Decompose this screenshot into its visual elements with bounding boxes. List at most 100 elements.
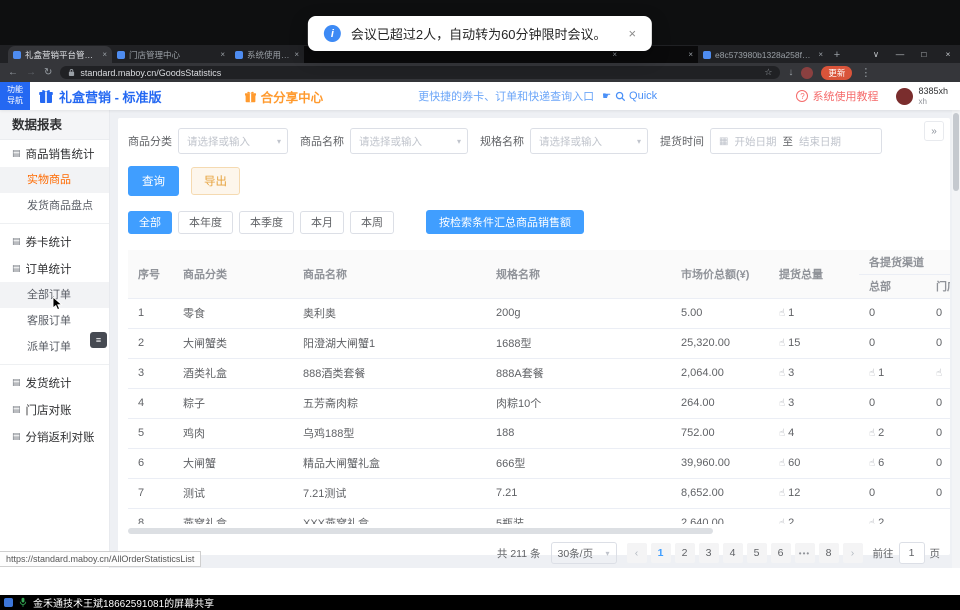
pickup-count-link[interactable]: ☝2 <box>869 517 884 524</box>
pointer-icon: ☛ <box>602 91 611 102</box>
bookmark-star-icon[interactable]: ☆ <box>764 67 772 78</box>
pickup-count-link[interactable]: ☝6 <box>869 457 884 469</box>
pickup-count-link[interactable]: ☝2 <box>869 427 884 439</box>
tab-close-icon[interactable]: × <box>688 50 693 59</box>
table-cell: 2 <box>128 328 173 358</box>
page-scrollbar-thumb[interactable] <box>953 113 959 191</box>
url-bar[interactable]: standard.maboy.cn/GoodsStatistics ☆ <box>60 66 780 79</box>
page-number-button[interactable]: 8 <box>819 543 839 563</box>
share-center-link[interactable]: 合分享中心 <box>244 87 324 106</box>
sidebar-sub-item[interactable]: 客服订单 <box>0 308 109 334</box>
time-filter-tab[interactable]: 本周 <box>350 211 394 234</box>
summary-button[interactable]: 按检索条件汇总商品销售额 <box>426 210 584 234</box>
time-filter-tab[interactable]: 本年度 <box>178 211 233 234</box>
spec-name-select[interactable]: 请选择或输入 ▾ <box>530 128 648 154</box>
reload-icon[interactable]: ↻ <box>44 67 52 78</box>
sidebar-sub-item[interactable]: 实物商品 <box>0 167 109 193</box>
count-value: 2 <box>788 517 794 524</box>
back-icon[interactable]: ← <box>8 67 18 78</box>
page-number-button[interactable]: 4 <box>723 543 743 563</box>
table-cell: ☝60 <box>769 448 859 478</box>
sidebar-group-item[interactable]: ▤订单统计 <box>0 255 109 282</box>
new-tab-button[interactable]: + <box>828 46 846 63</box>
export-button[interactable]: 导出 <box>191 167 240 195</box>
tab-close-icon[interactable]: × <box>102 50 107 59</box>
sidebar-group-item[interactable]: ▤门店对账 <box>0 396 109 423</box>
scrollbar-thumb[interactable] <box>128 528 713 534</box>
pickup-count-link[interactable]: ☝ <box>936 367 945 379</box>
pickup-count-link[interactable]: ☝3 <box>779 397 794 409</box>
table-row: 4粽子五芳斋肉粽肉粽10个264.00☝300 <box>128 388 950 418</box>
tab-close-icon[interactable]: × <box>612 50 617 59</box>
sidebar-group-item[interactable]: ▤商品销售统计 <box>0 140 109 167</box>
tab-close-icon[interactable]: × <box>294 50 299 59</box>
tab-close-icon[interactable]: × <box>818 50 823 59</box>
browser-tab[interactable]: 礼盒营销平台管理中心× <box>8 46 112 63</box>
page-number-button[interactable]: 6 <box>771 543 791 563</box>
count-value: 4 <box>788 427 794 439</box>
page-scrollbar[interactable] <box>952 110 960 568</box>
quick-search-link[interactable]: Quick <box>615 90 657 102</box>
pickup-count-link[interactable]: ☝2 <box>779 517 794 524</box>
browser-menu-icon[interactable]: ⋮ <box>860 66 871 79</box>
page-number-button[interactable]: 5 <box>747 543 767 563</box>
toast-close-icon[interactable]: × <box>629 26 637 41</box>
product-name-select[interactable]: 请选择或输入 ▾ <box>350 128 468 154</box>
search-icon <box>615 91 626 102</box>
horizontal-scrollbar[interactable] <box>128 528 940 534</box>
pickup-count-link[interactable]: ☝1 <box>869 367 884 379</box>
pickup-count-link[interactable]: ☝15 <box>779 337 800 349</box>
browser-profile-avatar[interactable] <box>801 67 813 79</box>
next-page-button[interactable]: › <box>843 543 863 563</box>
table-cell: 888酒类套餐 <box>293 358 486 388</box>
sidebar-sub-item[interactable]: 发货商品盘点 <box>0 193 109 219</box>
sidebar-group-item[interactable]: ▤分销返利对账 <box>0 423 109 450</box>
browser-tab[interactable]: 系统使用|学习× <box>230 46 304 63</box>
page-number-button[interactable]: 2 <box>675 543 695 563</box>
pickup-count-link[interactable]: ☝60 <box>779 457 800 469</box>
maximize-button[interactable]: □ <box>912 49 936 59</box>
sidebar-group-item[interactable]: ▤券卡统计 <box>0 228 109 255</box>
system-tutorial-link[interactable]: ? 系统使用教程 <box>796 88 878 104</box>
table-cell: 3 <box>128 358 173 388</box>
chrome-update-button[interactable]: 更新 <box>821 66 852 80</box>
sidebar-group-item[interactable]: ▤发货统计 <box>0 369 109 396</box>
pickup-count-link[interactable]: ☝1 <box>779 307 794 319</box>
pointer-hand-icon: ☝ <box>869 428 875 439</box>
time-filter-tab[interactable]: 全部 <box>128 211 172 234</box>
tab-title: e8c573980b1328a258fd2e6f... <box>715 50 814 60</box>
page-number-button[interactable]: 3 <box>699 543 719 563</box>
date-range-picker[interactable]: ▦ 开始日期 至 结束日期 <box>710 128 882 154</box>
query-button[interactable]: 查询 <box>128 166 179 196</box>
close-window-button[interactable]: × <box>936 49 960 59</box>
forward-icon[interactable]: → <box>26 67 36 78</box>
function-nav-button[interactable]: 功能 导航 <box>0 82 30 110</box>
screen-share-bar: 金禾通技术王斌18662591081的屏幕共享 <box>0 595 960 610</box>
download-icon[interactable]: ↓ <box>788 67 793 78</box>
browser-tab[interactable]: 门店管理中心× <box>112 46 230 63</box>
user-account[interactable]: 8385xh xh <box>896 86 948 107</box>
time-filter-tab[interactable]: 本月 <box>300 211 344 234</box>
category-select[interactable]: 请选择或输入 ▾ <box>178 128 288 154</box>
pickup-count-link[interactable]: ☝12 <box>779 487 800 499</box>
more-pages-icon[interactable]: ••• <box>795 543 815 563</box>
page-size-select[interactable]: 30条/页 ▾ <box>551 542 617 564</box>
pointer-hand-icon: ☝ <box>779 518 785 524</box>
count-value: 12 <box>788 487 800 499</box>
page-number-button[interactable]: 1 <box>651 543 671 563</box>
goto-page-input[interactable] <box>899 542 925 564</box>
expand-panel-button[interactable]: » <box>924 121 944 141</box>
sidebar-sub-item[interactable]: 全部订单 <box>0 282 109 308</box>
time-filter-tab[interactable]: 本季度 <box>239 211 294 234</box>
sidebar-collapse-handle[interactable]: ≡ <box>90 332 107 348</box>
pickup-count-link[interactable]: ☝3 <box>779 367 794 379</box>
browser-tab[interactable]: e8c573980b1328a258fd2e6f... × <box>698 46 828 63</box>
chevron-down-icon: ▾ <box>277 137 281 146</box>
menu-group-icon: ▤ <box>12 404 21 415</box>
sidebar-group-label: 分销返利对账 <box>26 429 95 445</box>
tab-close-icon[interactable]: × <box>220 50 225 59</box>
pickup-count-link[interactable]: ☝4 <box>779 427 794 439</box>
prev-page-button[interactable]: ‹ <box>627 543 647 563</box>
tab-search-icon[interactable]: ∨ <box>864 49 888 60</box>
minimize-button[interactable]: — <box>888 49 912 59</box>
